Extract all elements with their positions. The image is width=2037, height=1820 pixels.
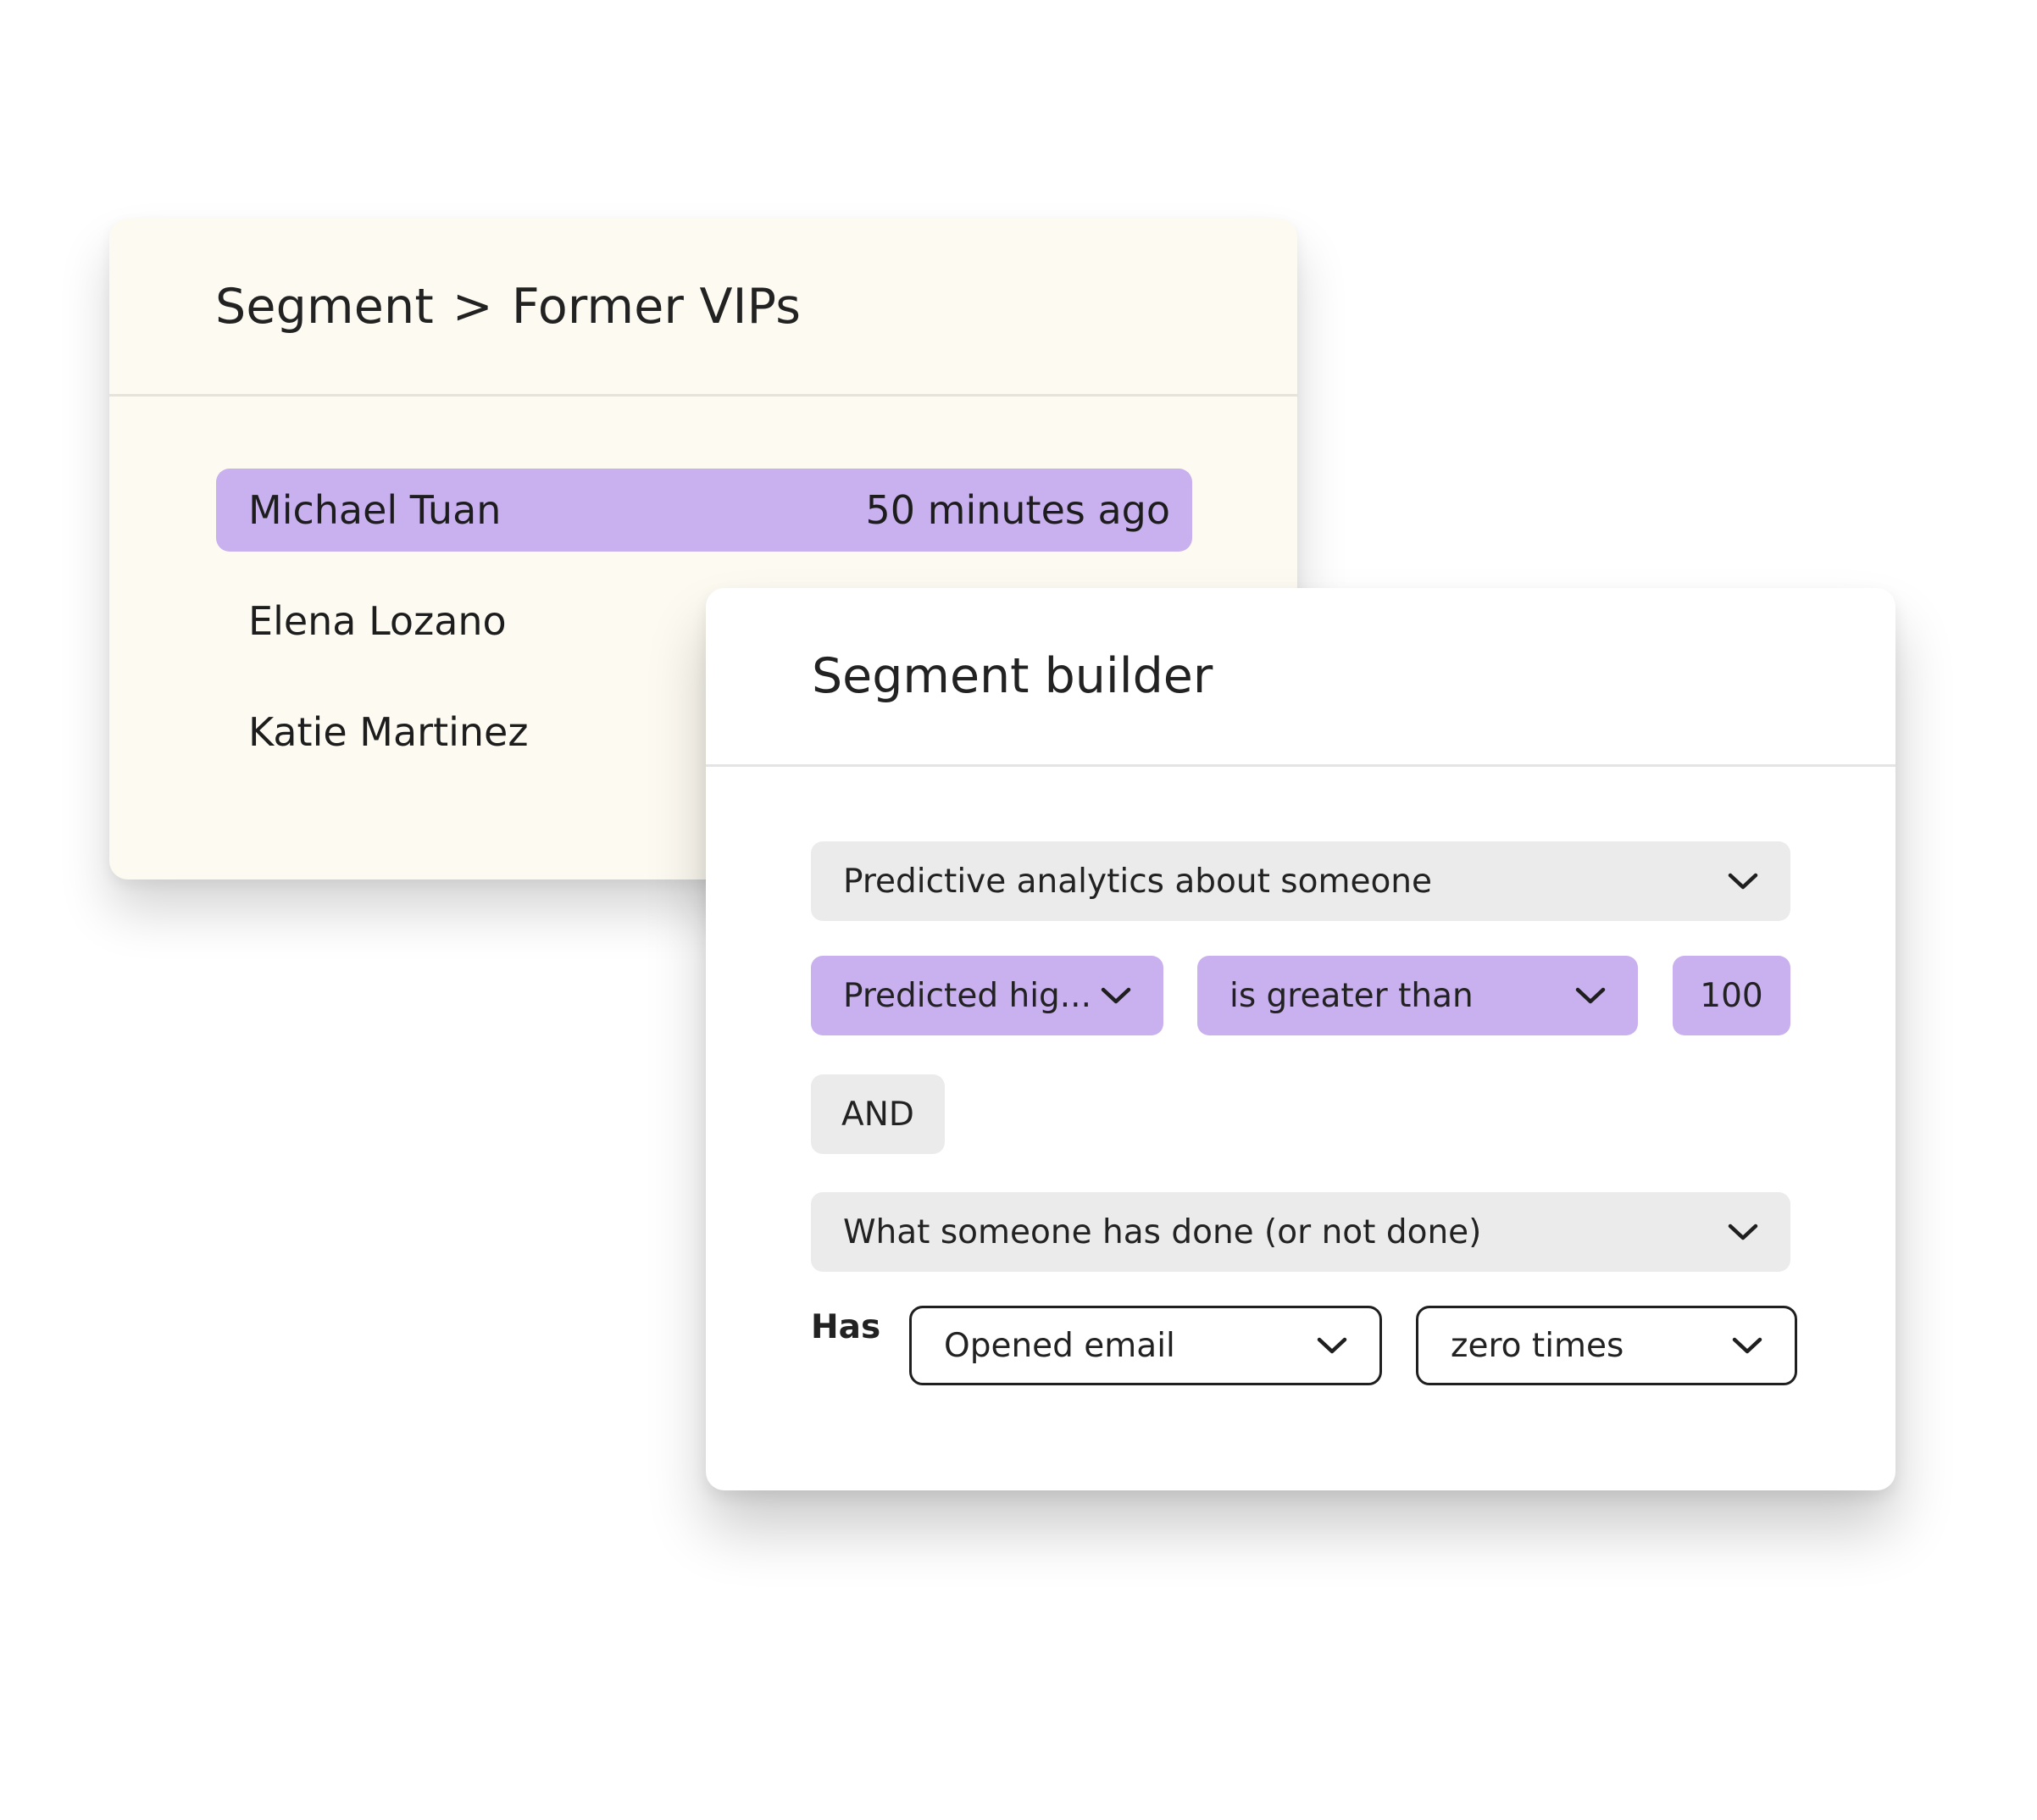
chevron-down-icon: [1317, 1337, 1347, 1354]
chevron-down-icon: [1575, 987, 1606, 1004]
frequency-value: zero times: [1451, 1326, 1624, 1365]
condition-type-value: Predictive analytics about someone: [843, 862, 1433, 901]
operator-select[interactable]: is greater than: [1197, 956, 1638, 1035]
profile-name: Katie Martinez: [248, 709, 529, 755]
segment-builder-header: Segment builder: [706, 588, 1895, 767]
metric-value: Predicted hig...: [843, 976, 1091, 1015]
breadcrumb-current: Former VIPs: [511, 278, 802, 335]
chevron-down-icon: [1728, 873, 1758, 890]
profile-row-michael-tuan[interactable]: Michael Tuan 50 minutes ago: [216, 469, 1192, 552]
stage: Segment > Former VIPs Michael Tuan 50 mi…: [0, 0, 2037, 1820]
segment-builder-card: Segment builder Predictive analytics abo…: [706, 588, 1895, 1490]
and-joiner-button[interactable]: AND: [811, 1074, 945, 1154]
operator-value: is greater than: [1229, 976, 1474, 1015]
frequency-select[interactable]: zero times: [1416, 1306, 1797, 1385]
breadcrumb-parent[interactable]: Segment: [215, 279, 434, 335]
condition-type-select-1[interactable]: Predictive analytics about someone: [811, 841, 1790, 921]
condition-type-value: What someone has done (or not done): [843, 1212, 1482, 1251]
has-label: Has: [811, 1308, 881, 1346]
condition-type-select-2[interactable]: What someone has done (or not done): [811, 1192, 1790, 1272]
and-joiner-label: AND: [841, 1095, 914, 1134]
breadcrumb-separator: >: [452, 278, 493, 335]
breadcrumb: Segment > Former VIPs: [215, 279, 801, 335]
metric-select[interactable]: Predicted hig...: [811, 956, 1163, 1035]
chevron-down-icon: [1101, 987, 1131, 1004]
chevron-down-icon: [1732, 1337, 1762, 1354]
profile-name: Michael Tuan: [248, 487, 502, 533]
value-text: 100: [1700, 976, 1763, 1015]
profile-name: Elena Lozano: [248, 598, 507, 644]
profile-timestamp: 50 minutes ago: [865, 487, 1170, 533]
segment-list-header: Segment > Former VIPs: [109, 219, 1297, 397]
value-input[interactable]: 100: [1673, 956, 1790, 1035]
action-value: Opened email: [944, 1326, 1175, 1365]
action-select[interactable]: Opened email: [909, 1306, 1382, 1385]
segment-builder-title: Segment builder: [812, 648, 1213, 704]
chevron-down-icon: [1728, 1224, 1758, 1240]
